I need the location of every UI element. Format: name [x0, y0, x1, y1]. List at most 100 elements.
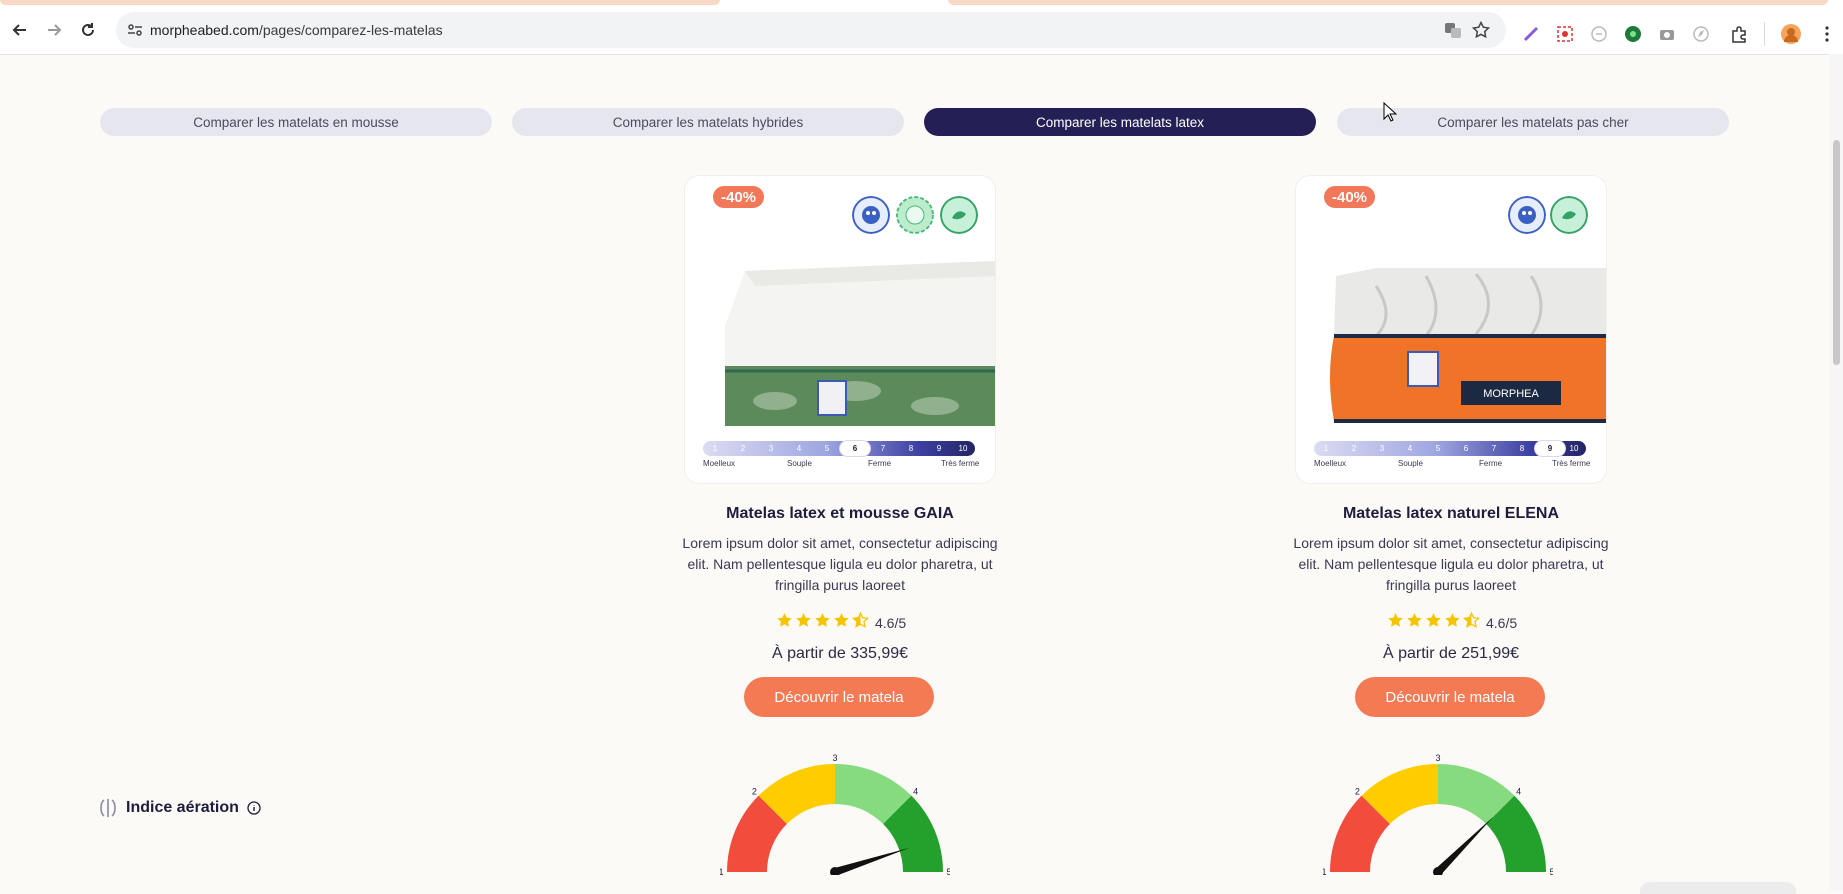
menu-kebab-icon[interactable] — [1818, 25, 1836, 43]
star-icon — [814, 612, 831, 633]
firmness-label: Ferme — [1479, 459, 1503, 468]
tab-strip — [0, 0, 1843, 8]
green-extension-icon[interactable] — [1624, 25, 1642, 43]
pen-extension-icon[interactable] — [1522, 25, 1540, 43]
gauge-tick-label: 1 — [1323, 867, 1327, 875]
screen-capture-extension-icon[interactable] — [1556, 25, 1574, 43]
firmness-number: 8 — [908, 444, 914, 453]
firmness-label: Moelleux — [703, 459, 736, 468]
aeration-title: Indice aération — [126, 799, 239, 816]
tab-background[interactable] — [948, 0, 1828, 5]
compass-extension-icon[interactable] — [1692, 25, 1710, 43]
firmness-number-selected: 9 — [1535, 441, 1565, 456]
gauge-tick-label: 4 — [1516, 786, 1521, 796]
comparison-tabs: Comparer les matelats en mousse Comparer… — [0, 108, 1843, 136]
firmness-number: 10 — [1569, 444, 1579, 453]
firmness-label: Très ferme — [941, 459, 980, 468]
url-path: /pages/comparez-les-matelas — [258, 22, 443, 38]
tab-hybrid-mattresses[interactable]: Comparer les matelats hybrides — [512, 108, 904, 136]
firmness-number: 10 — [958, 444, 968, 453]
product-name[interactable]: Matelas latex naturel ELENA — [1241, 505, 1661, 523]
rating-value: 4.6/5 — [875, 614, 907, 631]
firmness-number: 2 — [1351, 444, 1357, 453]
gauge-tick-label: 3 — [1435, 753, 1440, 763]
firmness-number: 5 — [824, 444, 830, 453]
forward-icon[interactable] — [40, 16, 68, 44]
discover-mattress-button[interactable]: Découvrir le matela — [1355, 677, 1545, 717]
discount-badge: -40% — [1324, 186, 1376, 208]
firmness-number-selected: 6 — [840, 441, 870, 456]
vegan-label-badge-icon — [1550, 196, 1588, 234]
tab-foam-mattresses[interactable]: Comparer les matelats en mousse — [100, 108, 492, 136]
link-extension-icon[interactable] — [1590, 25, 1608, 43]
product-image-card[interactable]: MORPHEA -40% 1 2 3 4 5 6 7 8 9 10 Moelle… — [1296, 176, 1606, 483]
firmness-number: 4 — [796, 444, 802, 453]
firmness-number: 5 — [1435, 444, 1441, 453]
tab-background[interactable] — [0, 0, 720, 5]
firmness-number: 2 — [740, 444, 746, 453]
url-host: morpheabed.com — [150, 22, 259, 38]
scrollbar-thumb[interactable] — [1833, 140, 1840, 365]
airflow-icon — [100, 799, 116, 817]
star-half-icon — [1462, 611, 1481, 633]
chat-widget-tab[interactable] — [1640, 882, 1796, 894]
certification-badge-icon — [1508, 196, 1546, 234]
star-icon — [795, 612, 812, 633]
back-icon[interactable] — [6, 16, 34, 44]
tab-latex-mattresses[interactable]: Comparer les matelats latex — [924, 108, 1316, 136]
aeration-gauge: 1 2 3 4 5 — [1323, 753, 1553, 875]
firmness-number: 3 — [768, 444, 774, 453]
camera-extension-icon[interactable] — [1658, 25, 1676, 43]
bookmark-star-icon[interactable] — [1472, 21, 1490, 39]
product-price: À partir de 335,99€ — [771, 645, 909, 662]
profile-avatar-icon[interactable] — [1780, 23, 1802, 45]
firmness-number: 7 — [1491, 444, 1497, 453]
firmness-label: Souple — [787, 459, 812, 468]
firmness-number: 8 — [1519, 444, 1525, 453]
aeration-index-label: Indice aération — [98, 797, 261, 819]
firmness-number: 9 — [936, 444, 942, 453]
toolbar-divider — [1764, 22, 1765, 46]
star-icon — [833, 612, 850, 633]
star-icon — [776, 612, 793, 633]
gauge-tick-label: 5 — [946, 867, 950, 875]
address-bar[interactable]: morpheabed.com/pages/comparez-les-matela… — [116, 12, 1506, 48]
rating-value: 4.6/5 — [1486, 614, 1518, 631]
reload-icon[interactable] — [74, 16, 102, 44]
info-icon[interactable] — [247, 801, 261, 815]
firmness-number: 1 — [1323, 444, 1329, 453]
url-text[interactable]: morpheabed.com/pages/comparez-les-matela… — [150, 22, 443, 38]
vegan-label-badge-icon — [940, 196, 978, 234]
star-half-icon — [851, 611, 870, 633]
browser-toolbar: morpheabed.com/pages/comparez-les-matela… — [0, 8, 1843, 55]
aeration-gauge: 1 2 3 4 5 — [720, 753, 950, 875]
star-icon — [1406, 612, 1423, 633]
translate-icon[interactable] — [1444, 21, 1462, 39]
firmness-scale: 1 2 3 4 5 6 7 8 9 10 — [1314, 441, 1586, 456]
extensions-puzzle-icon[interactable] — [1730, 25, 1748, 43]
discover-mattress-button[interactable]: Découvrir le matela — [744, 677, 934, 717]
firmness-number: 3 — [1379, 444, 1385, 453]
product-name[interactable]: Matelas latex et mousse GAIA — [630, 505, 1050, 523]
product-image-card[interactable]: -40% 1 2 3 4 5 6 7 8 9 10 Moelleux Soupl… — [685, 176, 995, 483]
mouse-cursor-icon — [1383, 102, 1397, 122]
firmness-label: Ferme — [868, 459, 892, 468]
gauge-tick-label: 2 — [752, 786, 757, 796]
brand-label: MORPHEA — [1483, 388, 1539, 400]
firmness-number: 1 — [712, 444, 718, 453]
site-settings-icon[interactable] — [126, 21, 144, 39]
firmness-label: Moelleux — [1314, 459, 1347, 468]
certification-badge-icon — [852, 196, 890, 234]
gauge-tick-label: 2 — [1355, 786, 1360, 796]
firmness-number: 4 — [1407, 444, 1413, 453]
product-description: Lorem ipsum dolor sit amet, consectetur … — [1293, 535, 1609, 593]
firmness-number: 7 — [880, 444, 886, 453]
star-icon — [1444, 612, 1461, 633]
firmness-scale: 1 2 3 4 5 6 7 8 9 10 — [703, 441, 975, 456]
star-icon — [1425, 612, 1442, 633]
gauge-tick-label: 3 — [832, 753, 837, 763]
gauge-tick-label: 5 — [1549, 867, 1553, 875]
firmness-label: Souple — [1398, 459, 1423, 468]
discount-badge: -40% — [713, 186, 765, 208]
product-rating: 4.6/5 — [776, 611, 907, 633]
